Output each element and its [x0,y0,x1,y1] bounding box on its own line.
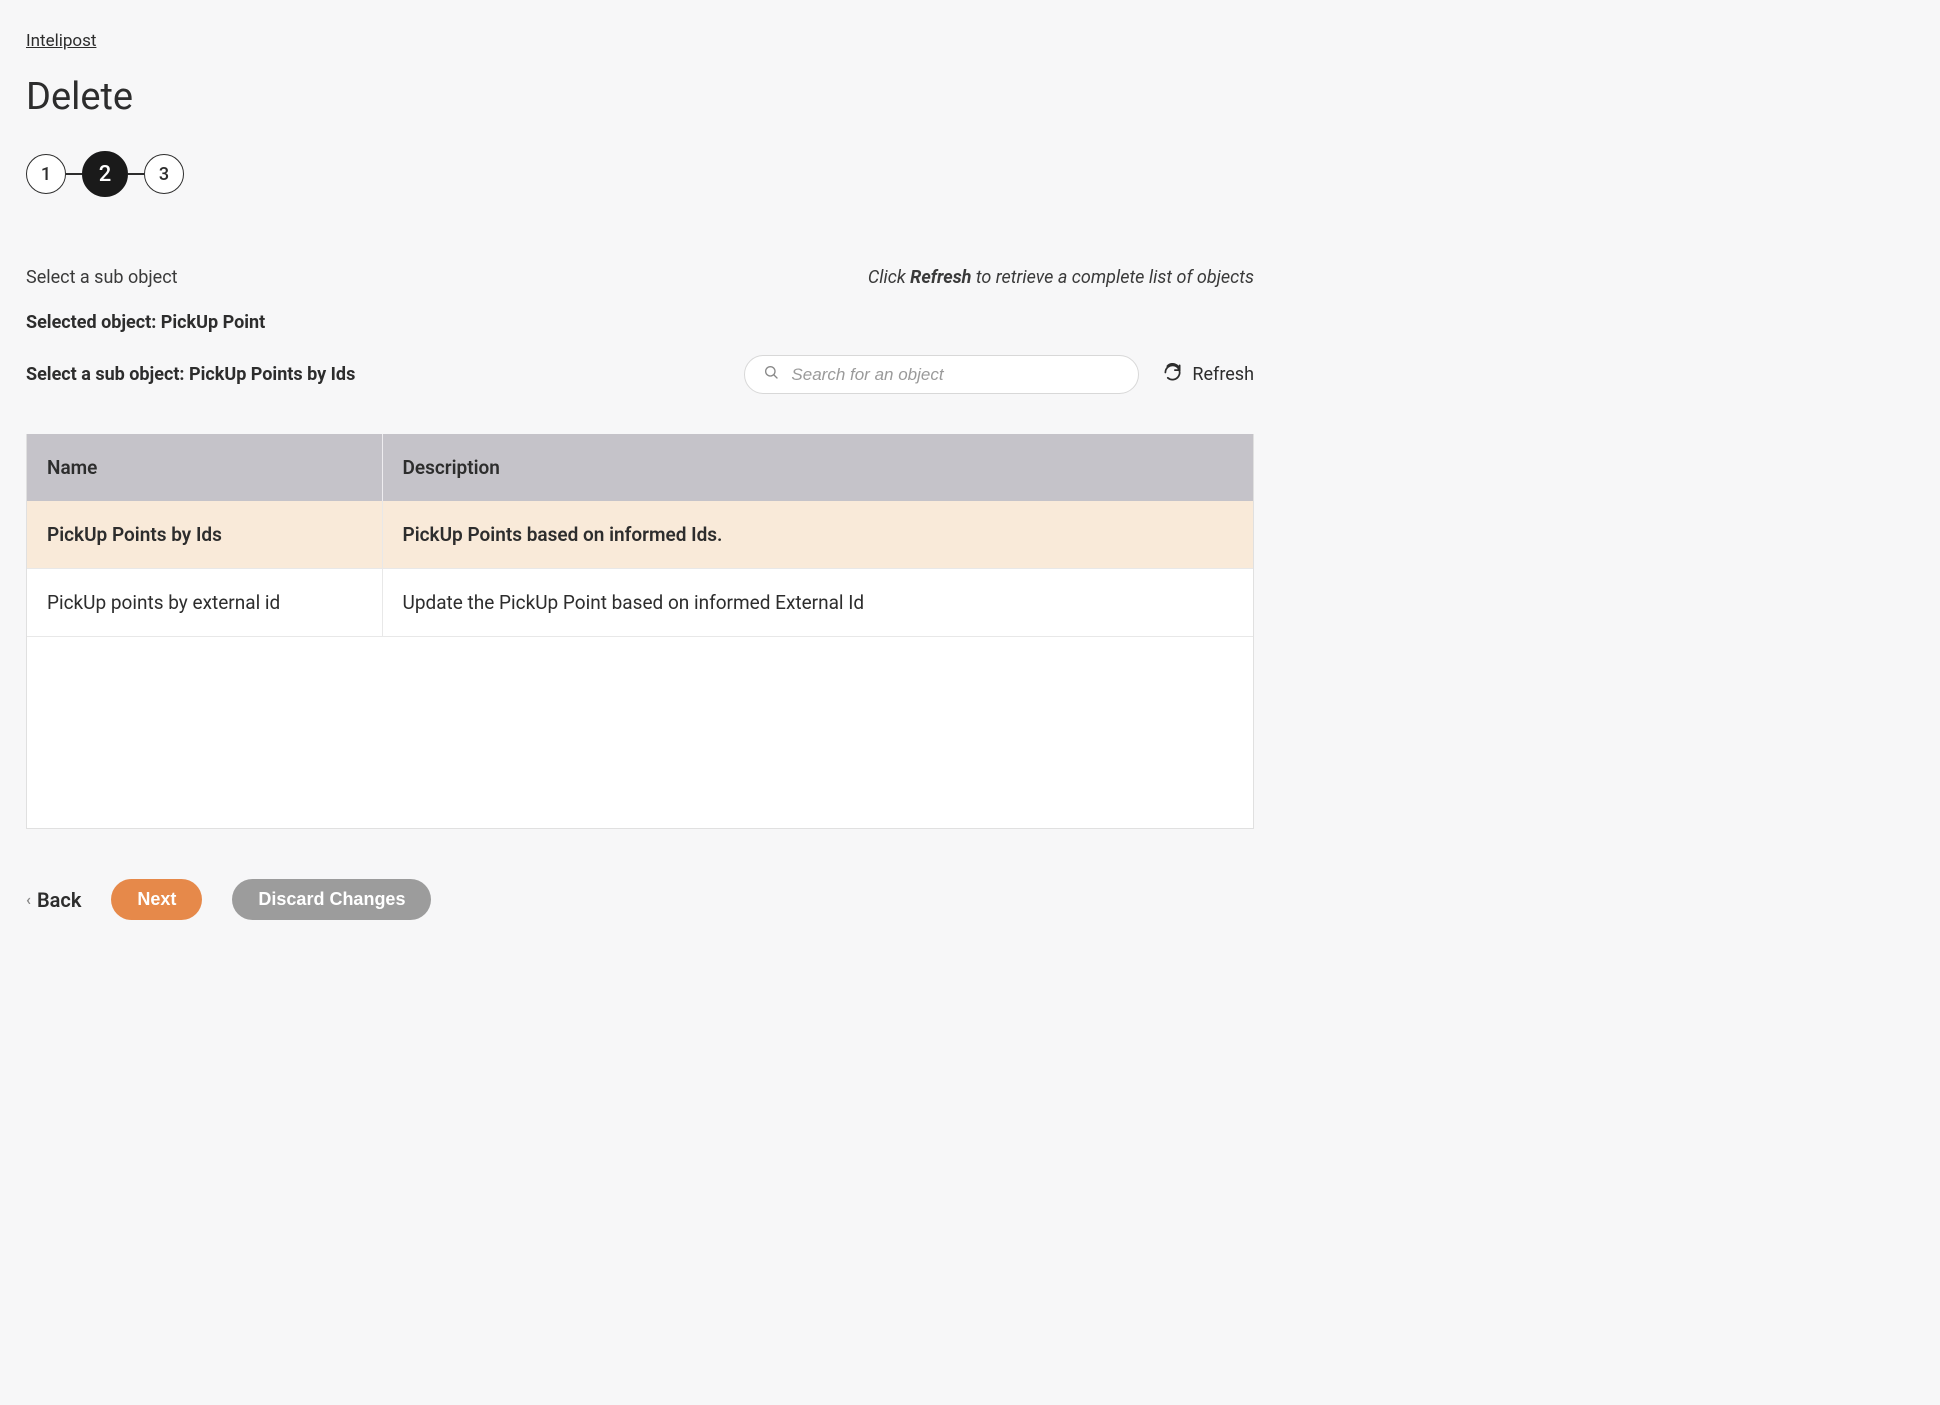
cell-name: PickUp points by external id [27,569,382,637]
footer: ‹ Back Next Discard Changes [26,879,1254,920]
subheader-left-text: Select a sub object [26,267,178,288]
back-label: Back [37,888,81,912]
search-icon [763,364,779,385]
refresh-icon [1163,363,1182,387]
table-row[interactable]: PickUp points by external id Update the … [27,569,1253,637]
cell-description: Update the PickUp Point based on informe… [382,569,1253,637]
cell-name: PickUp Points by Ids [27,501,382,569]
table-row[interactable]: PickUp Points by Ids PickUp Points based… [27,501,1253,569]
object-table-container: Name Description PickUp Points by Ids Pi… [26,434,1254,829]
cell-description: PickUp Points based on informed Ids. [382,501,1253,569]
chevron-left-icon: ‹ [26,890,31,909]
hint-suffix: to retrieve a complete list of objects [971,267,1254,288]
step-3[interactable]: 3 [144,154,184,194]
select-sub-object-label: Select a sub object: PickUp Points by Id… [26,364,355,385]
column-name[interactable]: Name [27,434,382,501]
step-connector [128,173,144,175]
step-connector [66,173,82,175]
subheader-right-text: Click Refresh to retrieve a complete lis… [868,267,1254,288]
breadcrumb-link[interactable]: Intelipost [26,31,96,51]
discard-button[interactable]: Discard Changes [232,879,431,920]
tool-row: Select a sub object: PickUp Points by Id… [26,355,1254,394]
refresh-button[interactable]: Refresh [1163,363,1254,387]
page-title: Delete [26,75,1254,119]
hint-prefix: Click [868,267,910,288]
refresh-label: Refresh [1192,364,1254,385]
next-button[interactable]: Next [111,879,202,920]
hint-bold: Refresh [910,267,971,288]
selected-object-label: Selected object: PickUp Point [26,312,1254,333]
step-1[interactable]: 1 [26,154,66,194]
column-description[interactable]: Description [382,434,1253,501]
back-button[interactable]: ‹ Back [26,888,81,912]
object-table: Name Description PickUp Points by Ids Pi… [27,434,1253,637]
subheader-row: Select a sub object Click Refresh to ret… [26,267,1254,288]
tool-right: Refresh [744,355,1254,394]
step-2[interactable]: 2 [82,151,128,197]
search-box[interactable] [744,355,1139,394]
stepper: 1 2 3 [26,151,1254,197]
search-input[interactable] [791,365,1120,385]
